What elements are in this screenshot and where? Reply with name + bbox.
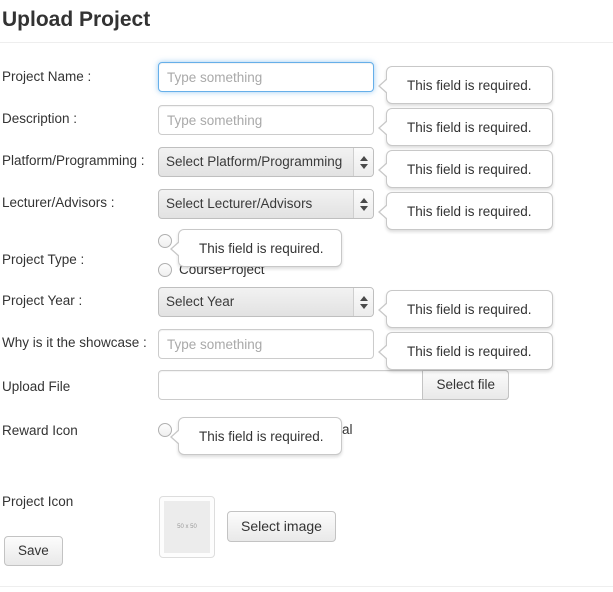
project-name-input[interactable] <box>158 62 374 92</box>
control-platform: Select Platform/Programming <box>158 147 374 177</box>
bottom-divider <box>0 586 613 587</box>
label-description: Description : <box>2 111 77 127</box>
label-showcase: Why is it the showcase : <box>2 335 147 351</box>
project-icon-thumbnail: 50 x 50 <box>159 496 215 558</box>
page-title: Upload Project <box>2 8 150 32</box>
label-project-type: Project Type : <box>2 252 84 268</box>
tooltip-platform: This field is required. <box>386 150 553 188</box>
label-project-year: Project Year : <box>2 293 82 309</box>
form-row-lecturer: Lecturer/Advisors : Select Lecturer/Advi… <box>0 184 613 224</box>
label-reward-icon: Reward Icon <box>2 423 78 439</box>
control-lecturer: Select Lecturer/Advisors <box>158 189 374 219</box>
lecturer-select-value[interactable]: Select Lecturer/Advisors <box>158 189 374 219</box>
tooltip-lecturer: This field is required. <box>386 192 553 230</box>
chevron-updown-icon[interactable] <box>353 288 373 316</box>
control-project-year: Select Year <box>158 287 374 317</box>
platform-select[interactable]: Select Platform/Programming <box>158 147 374 177</box>
tooltip-text: This field is required. <box>407 162 532 177</box>
form-row-project-type: Project Type : CourseProject This field … <box>0 226 613 282</box>
tooltip-showcase: This field is required. <box>386 332 553 370</box>
control-project-name <box>158 62 374 92</box>
label-project-name: Project Name : <box>2 69 91 85</box>
tooltip-text: This field is required. <box>407 344 532 359</box>
form-row-project-year: Project Year : Select Year This field is… <box>0 282 613 322</box>
form-row-showcase: Why is it the showcase : This field is r… <box>0 324 613 364</box>
form-row-description: Description : This field is required. <box>0 100 613 140</box>
project-year-select-value[interactable]: Select Year <box>158 287 374 317</box>
page-header: Upload Project <box>0 0 613 43</box>
chevron-updown-icon[interactable] <box>353 190 373 218</box>
form-row-reward-icon: Reward Icon al This field is required. <box>0 408 613 456</box>
platform-select-value[interactable]: Select Platform/Programming <box>158 147 374 177</box>
tooltip-description: This field is required. <box>386 108 553 146</box>
chevron-down-icon <box>360 304 368 309</box>
showcase-input[interactable] <box>158 329 374 359</box>
tooltip-text: This field is required. <box>199 241 324 256</box>
chevron-up-icon <box>360 156 368 161</box>
label-platform: Platform/Programming : <box>2 153 145 169</box>
tooltip-text: This field is required. <box>407 120 532 135</box>
form-row-project-name: Project Name : This field is required. <box>0 58 613 98</box>
form-row-project-icon: Project Icon 50 x 50 Select image <box>0 456 613 526</box>
chevron-up-icon <box>360 198 368 203</box>
select-image-button[interactable]: Select image <box>227 511 336 542</box>
reward-icon-option-1-label: al <box>342 422 353 437</box>
chevron-up-icon <box>360 296 368 301</box>
tooltip-text: This field is required. <box>407 78 532 93</box>
project-icon-placeholder-text: 50 x 50 <box>164 501 210 553</box>
radio-icon[interactable] <box>158 263 172 277</box>
tooltip-project-type: This field is required. <box>178 229 342 267</box>
tooltip-reward-icon: This field is required. <box>178 417 342 455</box>
lecturer-select[interactable]: Select Lecturer/Advisors <box>158 189 374 219</box>
select-file-button[interactable]: Select file <box>422 370 509 400</box>
tooltip-project-name: This field is required. <box>386 66 553 104</box>
project-year-select[interactable]: Select Year <box>158 287 374 317</box>
label-upload-file: Upload File <box>2 379 70 395</box>
control-description <box>158 105 374 135</box>
tooltip-text: This field is required. <box>407 302 532 317</box>
chevron-down-icon <box>360 206 368 211</box>
tooltip-text: This field is required. <box>407 204 532 219</box>
description-input[interactable] <box>158 105 374 135</box>
form-row-platform: Platform/Programming : Select Platform/P… <box>0 142 613 182</box>
label-lecturer: Lecturer/Advisors : <box>2 195 115 211</box>
chevron-down-icon <box>360 164 368 169</box>
form-row-upload-file: Upload File Select file <box>0 366 613 408</box>
chevron-updown-icon[interactable] <box>353 148 373 176</box>
label-project-icon: Project Icon <box>2 494 73 510</box>
tooltip-text: This field is required. <box>199 429 324 444</box>
save-button[interactable]: Save <box>4 536 63 566</box>
control-showcase <box>158 329 374 359</box>
upload-file-group: Select file <box>158 370 509 400</box>
tooltip-project-year: This field is required. <box>386 290 553 328</box>
